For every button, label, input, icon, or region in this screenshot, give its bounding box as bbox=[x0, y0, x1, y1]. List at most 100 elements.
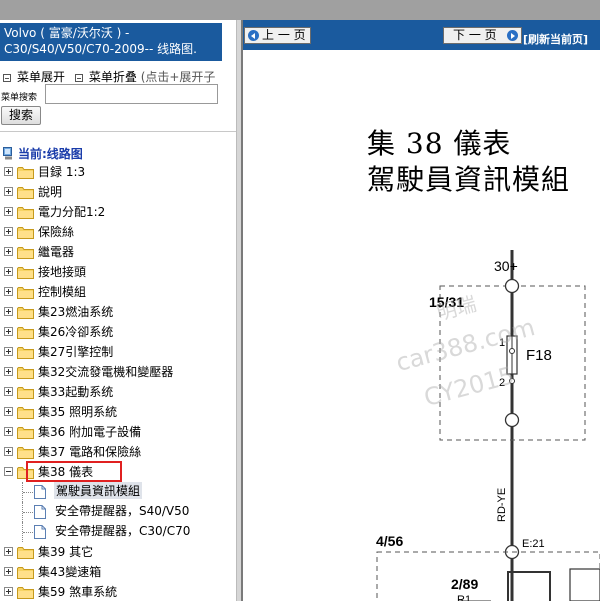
folder-icon bbox=[17, 167, 34, 179]
fuse-label: F18 bbox=[526, 347, 552, 364]
right-arrow-icon bbox=[507, 30, 518, 41]
tree-item[interactable]: 繼電器 bbox=[3, 242, 236, 262]
search-input[interactable] bbox=[45, 84, 218, 104]
expand-toggle-icon[interactable] bbox=[4, 207, 13, 216]
folder-icon bbox=[17, 287, 34, 299]
tree-item[interactable]: 集38 儀表 bbox=[3, 462, 236, 482]
document-icon bbox=[34, 525, 46, 539]
next-page-label: 下 一 页 bbox=[453, 28, 497, 42]
tree-subitem-label[interactable]: 駕駛員資訊模組 bbox=[54, 482, 143, 499]
diagram-title: 集 38 儀表 bbox=[367, 127, 512, 160]
expand-toggle-icon[interactable] bbox=[4, 267, 13, 276]
tree-subitem[interactable]: 安全帶提醒器，S40/V50 bbox=[3, 502, 236, 522]
tree-item-label[interactable]: 接地接頭 bbox=[38, 262, 86, 282]
tree-item-label[interactable]: 繼電器 bbox=[38, 242, 74, 262]
component-box-right bbox=[569, 568, 600, 601]
folder-icon bbox=[17, 367, 34, 379]
tree-item[interactable]: 保險絲 bbox=[3, 222, 236, 242]
top-strip bbox=[0, 0, 600, 20]
refresh-link[interactable]: [刷新当前页] bbox=[523, 31, 588, 47]
tree-item[interactable]: 說明 bbox=[3, 182, 236, 202]
tree-item-label[interactable]: 集37 電路和保險絲 bbox=[38, 442, 141, 462]
document-icon bbox=[34, 485, 46, 499]
tree-item[interactable]: 集43變速箱 bbox=[3, 562, 236, 582]
expand-toggle-icon[interactable] bbox=[4, 327, 13, 336]
tree-item[interactable]: 目録 1:3 bbox=[3, 162, 236, 182]
tree-item[interactable]: 集26冷卻系统 bbox=[3, 322, 236, 342]
collapse-toggle-icon[interactable] bbox=[4, 467, 13, 476]
navigation-bar: 上 一 页 下 一 页 [刷新当前页] bbox=[243, 20, 600, 50]
tree-item-label[interactable]: 控制模組 bbox=[38, 282, 86, 302]
folder-icon bbox=[17, 387, 34, 399]
expand-toggle-icon[interactable] bbox=[4, 407, 13, 416]
menu-collapse-link[interactable]: 菜单折叠 bbox=[89, 70, 137, 84]
expand-toggle-icon[interactable] bbox=[4, 427, 13, 436]
tree-item-label[interactable]: 電力分配1:2 bbox=[38, 202, 105, 222]
search-button[interactable]: 搜索 bbox=[1, 106, 41, 125]
tree-subitem[interactable]: 安全帶提醒器，C30/C70 bbox=[3, 522, 236, 542]
expand-toggle-icon[interactable] bbox=[4, 287, 13, 296]
tree-item-label[interactable]: 集35 照明系統 bbox=[38, 402, 117, 422]
wiring-diagram: 30+ 15/31 1 2 F18 RD-YE 4/56 E:21 2/89 R… bbox=[243, 50, 600, 601]
folder-icon bbox=[17, 347, 34, 359]
tree-item[interactable]: 電力分配1:2 bbox=[3, 202, 236, 222]
expand-toggle-icon[interactable] bbox=[4, 387, 13, 396]
tree-item[interactable]: 集27引擎控制 bbox=[3, 342, 236, 362]
tree-item[interactable]: 集37 電路和保險絲 bbox=[3, 442, 236, 462]
expand-toggle-icon[interactable] bbox=[4, 187, 13, 196]
tree-subitem[interactable]: 駕駛員資訊模組 bbox=[3, 482, 236, 502]
prev-page-label: 上 一 页 bbox=[262, 28, 306, 42]
tree-item-label[interactable]: 集26冷卻系统 bbox=[38, 322, 113, 342]
current-location: 当前:线路图 bbox=[3, 145, 83, 162]
tree-item[interactable]: 集36 附加電子設備 bbox=[3, 422, 236, 442]
prev-page-button[interactable]: 上 一 页 bbox=[244, 27, 311, 44]
pane-splitter[interactable] bbox=[236, 20, 243, 601]
tree-item-label[interactable]: 目録 1:3 bbox=[38, 162, 85, 182]
tree-item-label[interactable]: 集33起動系统 bbox=[38, 382, 113, 402]
menu-expand-link[interactable]: 菜单展开 bbox=[17, 70, 65, 84]
search-label: 菜单搜索 bbox=[1, 93, 38, 103]
tree-item[interactable]: 集23燃油系统 bbox=[3, 302, 236, 322]
tree-item-label[interactable]: 集32交流發電機和變壓器 bbox=[38, 362, 173, 382]
tree-item[interactable]: 集35 照明系統 bbox=[3, 402, 236, 422]
tree-item[interactable]: 集59 煞車系統 bbox=[3, 582, 236, 601]
tree-item-label[interactable]: 集23燃油系统 bbox=[38, 302, 113, 322]
expand-toggle-icon[interactable] bbox=[4, 167, 13, 176]
tree-item-label[interactable]: 集36 附加電子設備 bbox=[38, 422, 141, 442]
expand-toggle-icon[interactable] bbox=[4, 347, 13, 356]
tree-item[interactable]: 控制模組 bbox=[3, 282, 236, 302]
tree-item[interactable]: 集33起動系统 bbox=[3, 382, 236, 402]
next-page-button[interactable]: 下 一 页 bbox=[443, 27, 522, 44]
expand-toggle-icon[interactable] bbox=[4, 227, 13, 236]
tree-subitem-label[interactable]: 安全帶提醒器，S40/V50 bbox=[55, 502, 189, 519]
expand-toggle-icon[interactable] bbox=[4, 567, 13, 576]
expand-toggle-icon[interactable] bbox=[4, 247, 13, 256]
tree-item-label[interactable]: 集38 儀表 bbox=[38, 462, 93, 482]
folder-icon bbox=[17, 267, 34, 279]
current-location-label: 当前:线路图 bbox=[18, 147, 83, 161]
tree-item-label[interactable]: 集59 煞車系統 bbox=[38, 582, 117, 601]
computer-icon bbox=[3, 147, 12, 160]
manual-title: Volvo ( 富豪/沃尔沃 ) - C30/S40/V50/C70-2009-… bbox=[0, 23, 222, 61]
collapse-square-icon[interactable] bbox=[74, 73, 83, 82]
tree-subitem-label[interactable]: 安全帶提醒器，C30/C70 bbox=[55, 522, 190, 539]
folder-icon bbox=[17, 207, 34, 219]
divider-line bbox=[0, 131, 236, 132]
tree-item[interactable]: 接地接頭 bbox=[3, 262, 236, 282]
left-menu-pane: Volvo ( 富豪/沃尔沃 ) - C30/S40/V50/C70-2009-… bbox=[0, 20, 236, 601]
expand-toggle-icon[interactable] bbox=[4, 367, 13, 376]
expand-toggle-icon[interactable] bbox=[4, 587, 13, 596]
expand-toggle-icon[interactable] bbox=[4, 447, 13, 456]
tree-item[interactable]: 集39 其它 bbox=[3, 542, 236, 562]
tree-item-label[interactable]: 集27引擎控制 bbox=[38, 342, 113, 362]
expand-square-icon[interactable] bbox=[3, 73, 11, 82]
content-pane: 上 一 页 下 一 页 [刷新当前页] 30+ 15/31 1 2 F18 RD… bbox=[243, 20, 600, 601]
tree-item-label[interactable]: 集39 其它 bbox=[38, 542, 93, 562]
expand-toggle-icon[interactable] bbox=[4, 547, 13, 556]
supply-label: 30+ bbox=[494, 258, 518, 274]
tree-item-label[interactable]: 保險絲 bbox=[38, 222, 74, 242]
tree-item-label[interactable]: 集43變速箱 bbox=[38, 562, 101, 582]
expand-toggle-icon[interactable] bbox=[4, 307, 13, 316]
tree-item-label[interactable]: 說明 bbox=[38, 182, 62, 202]
tree-item[interactable]: 集32交流發電機和變壓器 bbox=[3, 362, 236, 382]
